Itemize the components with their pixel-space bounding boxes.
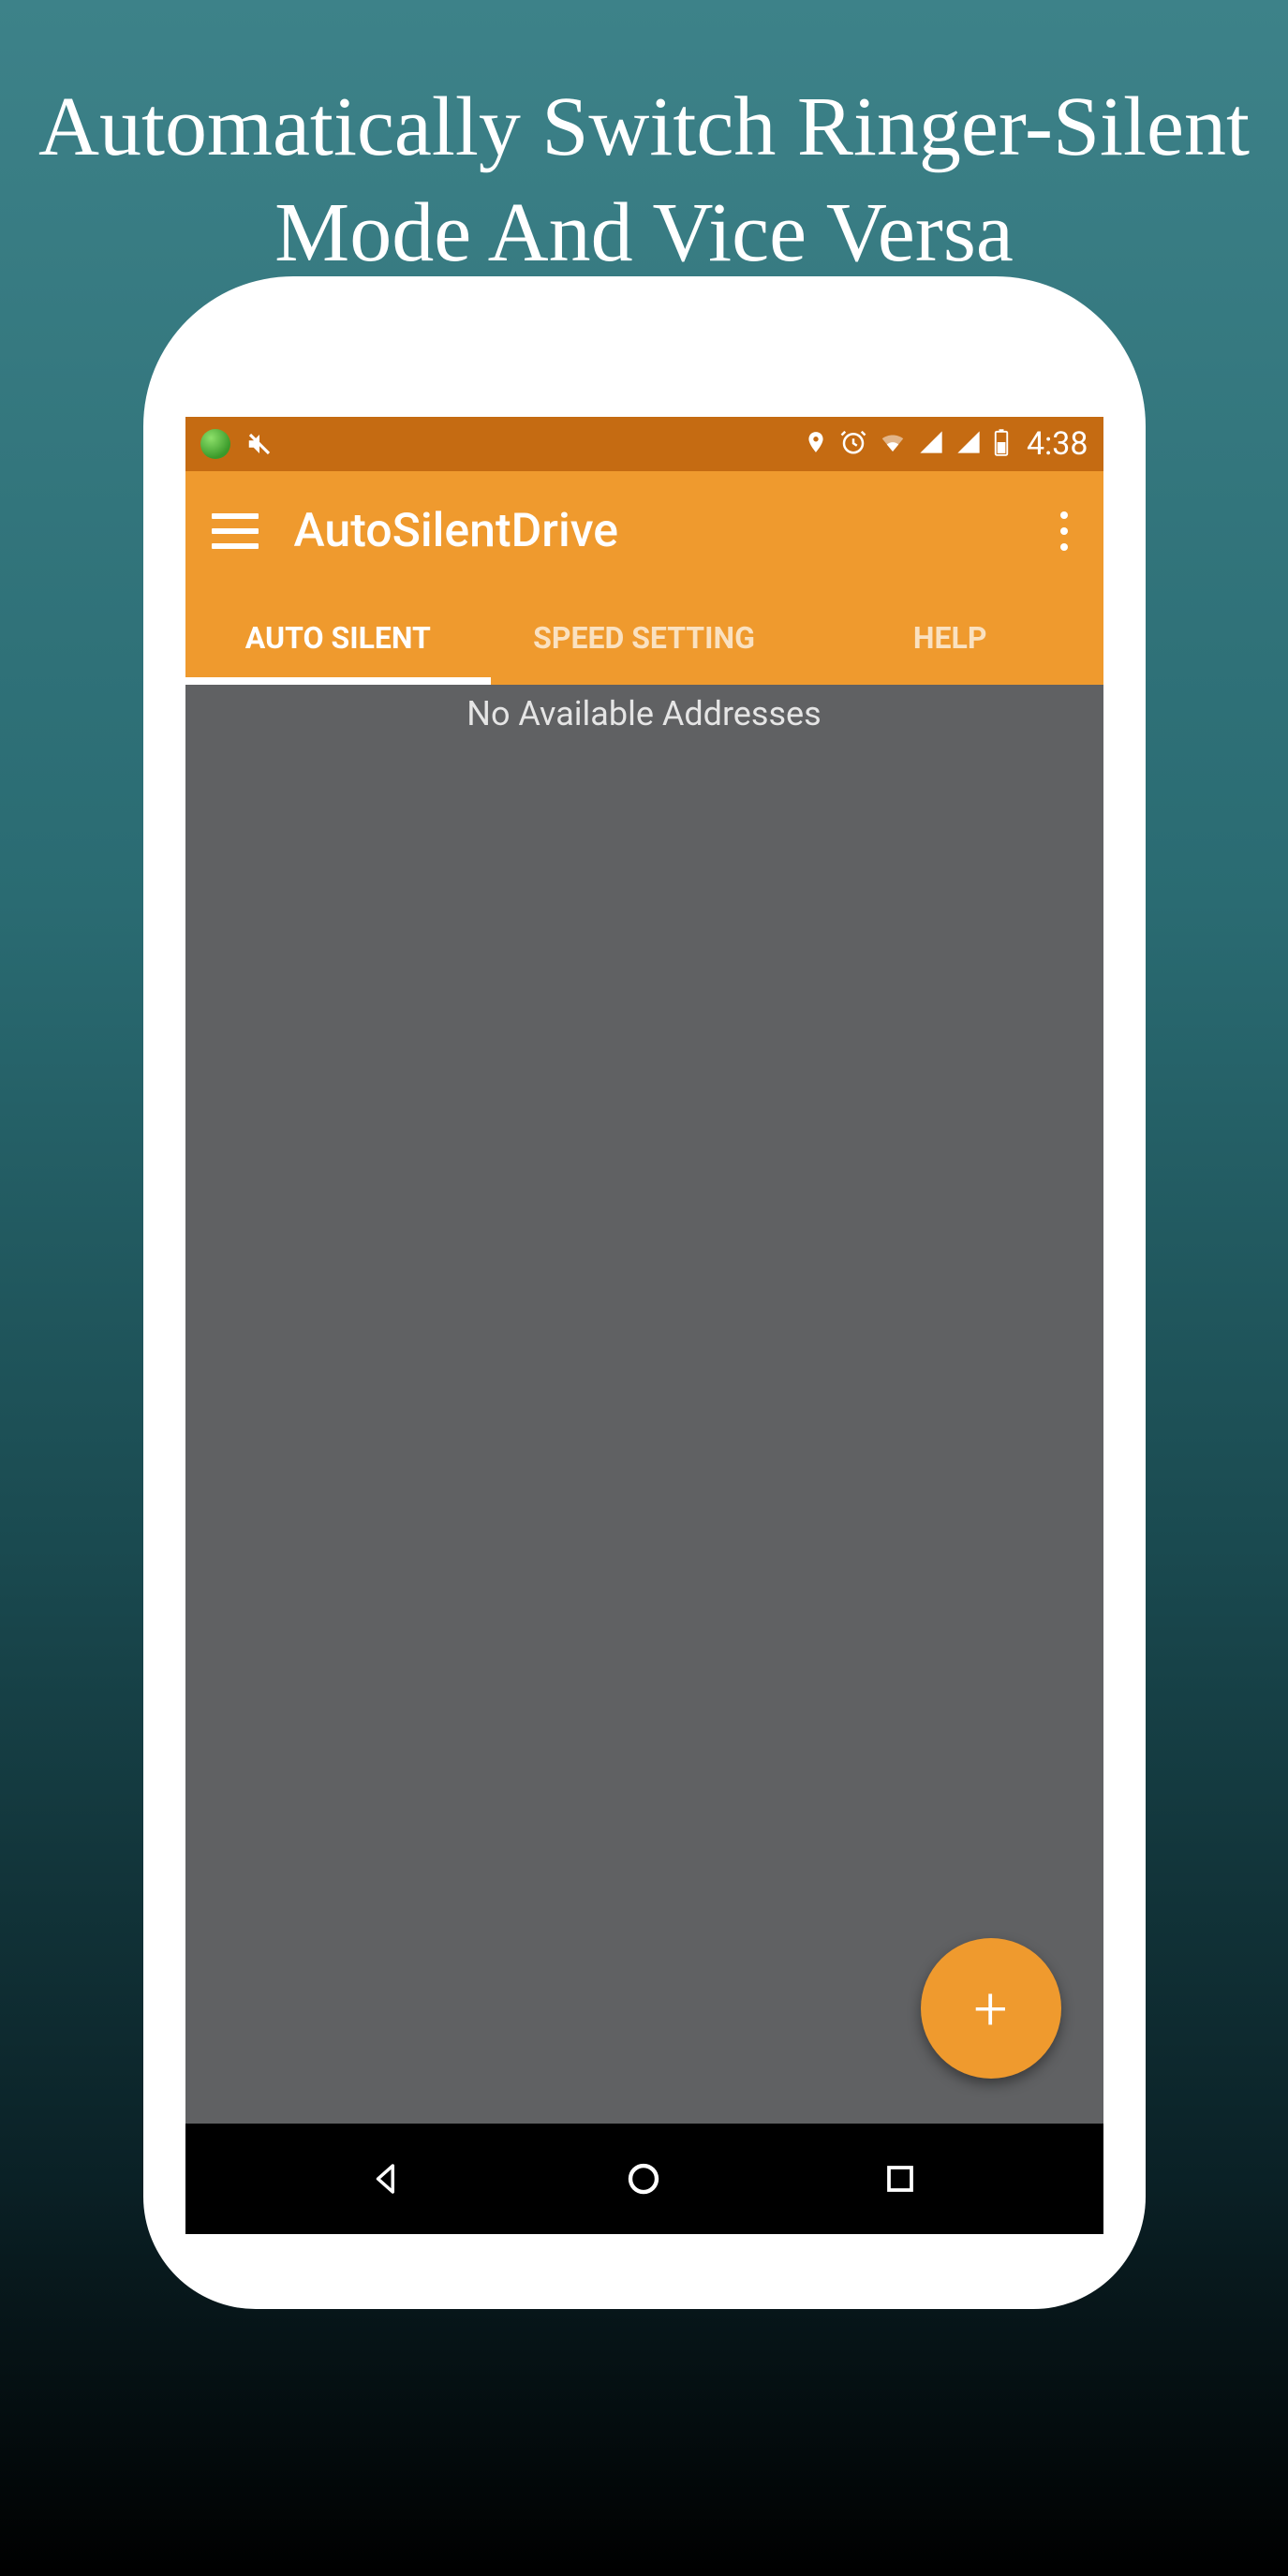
tab-help[interactable]: HELP [797,591,1103,685]
overflow-menu-icon[interactable] [1051,502,1077,560]
hamburger-icon[interactable] [212,513,259,549]
tab-bar: AUTO SILENT SPEED SETTING HELP [185,591,1103,685]
status-right-icons: 4:38 [804,425,1088,463]
mute-icon [244,428,275,460]
app-bar: AutoSilentDrive [185,471,1103,591]
android-nav-bar [185,2124,1103,2234]
promo-headline: Automatically Switch Ringer-Silent Mode … [0,0,1288,286]
home-button[interactable] [615,2151,672,2207]
tab-speed-setting[interactable]: SPEED SETTING [491,591,797,685]
back-button[interactable] [360,2151,416,2207]
fab-add-button[interactable]: + [921,1938,1061,2079]
recent-apps-button[interactable] [872,2151,928,2207]
battery-icon [993,428,1010,460]
alarm-icon [839,428,867,460]
status-left-icons [200,428,275,460]
tab-label: HELP [913,620,987,656]
wifi-icon [879,428,907,460]
globe-icon [200,429,230,459]
tab-auto-silent[interactable]: AUTO SILENT [185,591,492,685]
phone-screen: 4:38 AutoSilentDrive AUTO SILENT SPEED S… [185,417,1103,2234]
plus-icon: + [973,1974,1007,2044]
phone-frame: 4:38 AutoSilentDrive AUTO SILENT SPEED S… [143,276,1146,2309]
content-area: No Available Addresses + [185,685,1103,2124]
tab-label: SPEED SETTING [533,620,755,656]
signal-icon [918,429,944,459]
tab-label: AUTO SILENT [245,620,431,656]
location-icon [804,430,828,458]
signal-icon-2 [955,429,982,459]
empty-state-message: No Available Addresses [185,685,1103,733]
status-time: 4:38 [1027,425,1088,463]
app-title: AutoSilentDrive [294,504,619,558]
status-bar: 4:38 [185,417,1103,471]
